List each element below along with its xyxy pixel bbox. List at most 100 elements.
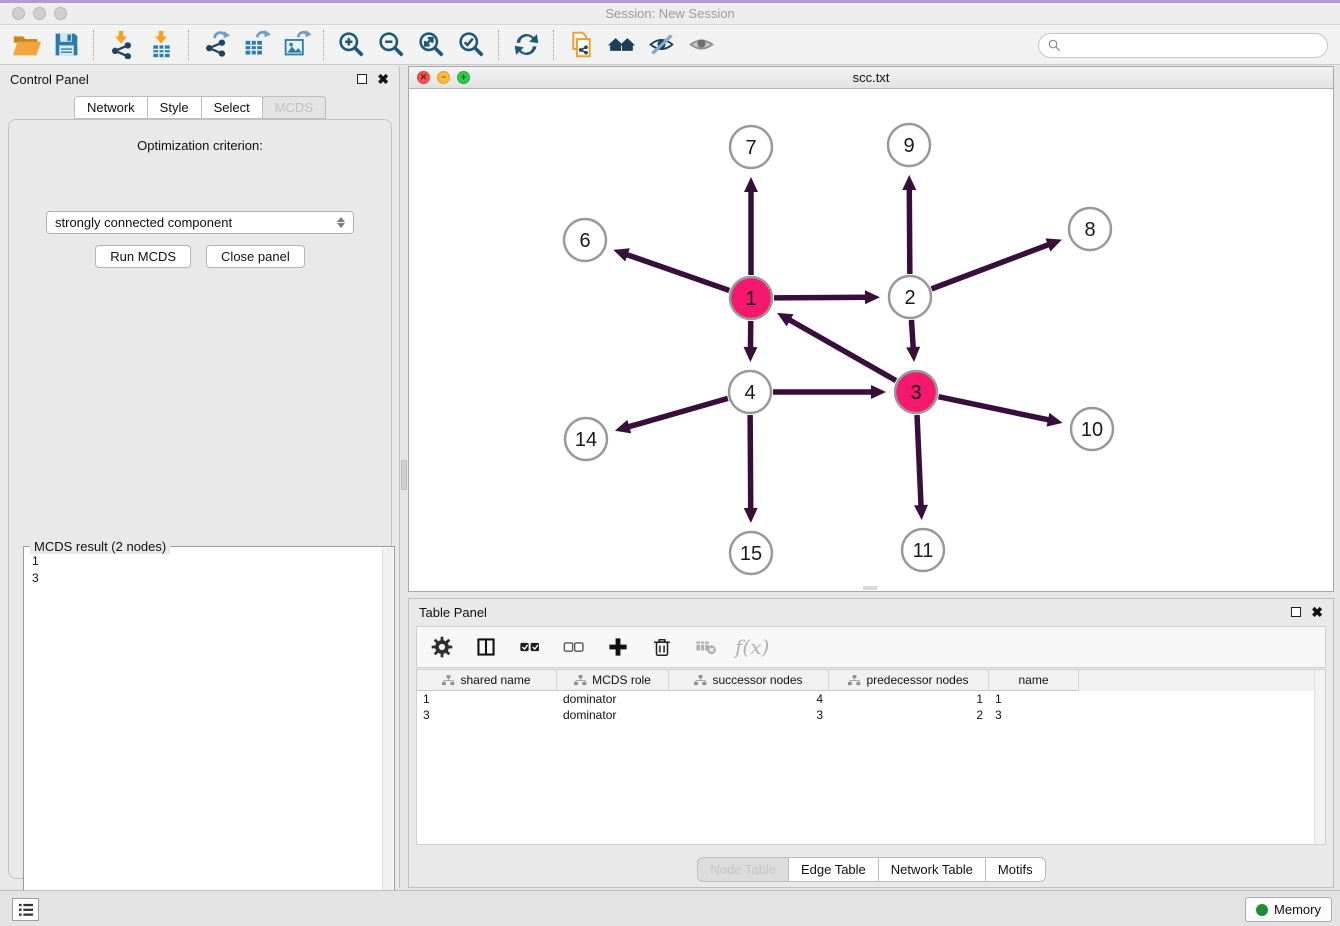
export-table-button[interactable] <box>236 28 276 62</box>
graph-edge-arrowhead <box>871 385 886 399</box>
graph-node-7[interactable]: 7 <box>730 126 772 168</box>
tab-network[interactable]: Network <box>74 96 148 119</box>
column-label: shared name <box>460 673 530 687</box>
table-row[interactable]: 1dominator411 <box>417 691 1325 707</box>
graph-node-11[interactable]: 11 <box>902 529 944 571</box>
table-panel-title: Table Panel <box>419 605 487 620</box>
export-network-button[interactable] <box>196 28 236 62</box>
clone-network-button[interactable] <box>561 28 601 62</box>
add-column-button[interactable] <box>603 632 633 662</box>
column-header-name[interactable]: name <box>989 670 1079 691</box>
refresh-button[interactable] <box>506 28 546 62</box>
float-panel-icon[interactable] <box>357 74 367 84</box>
tab-style[interactable]: Style <box>147 96 202 119</box>
network-maximize-button[interactable]: + <box>457 71 470 84</box>
close-table-panel-icon[interactable]: ✖ <box>1311 607 1323 617</box>
mac-zoom-button[interactable] <box>54 7 67 20</box>
run-mcds-button[interactable]: Run MCDS <box>95 245 191 268</box>
function-builder-button[interactable]: f(x) <box>735 635 769 659</box>
column-header-shared-name[interactable]: shared name <box>417 670 557 691</box>
network-canvas-svg[interactable]: 1 2 3 4 6 7 8 9 10 11 14 15 <box>409 89 1333 591</box>
tab-node-table[interactable]: Node Table <box>697 857 789 882</box>
graph-node-1[interactable]: 1 <box>730 277 772 319</box>
toolbar-separator <box>323 30 324 60</box>
export-image-button[interactable] <box>276 28 316 62</box>
graph-node-2[interactable]: 2 <box>889 276 931 318</box>
graph-edge-2-9[interactable] <box>909 187 910 274</box>
delete-column-button[interactable] <box>647 632 677 662</box>
svg-text:10: 10 <box>1081 419 1103 441</box>
optimization-criterion-dropdown[interactable]: strongly connected component <box>46 211 354 234</box>
open-session-button[interactable] <box>6 28 46 62</box>
network-close-button[interactable]: ✕ <box>417 71 430 84</box>
panel-splitter[interactable] <box>400 66 408 888</box>
show-columns-button[interactable] <box>471 632 501 662</box>
import-network-button[interactable] <box>101 28 141 62</box>
splitter-handle[interactable] <box>401 460 407 490</box>
graph-edge-2-3[interactable] <box>911 320 913 350</box>
graph-node-14[interactable]: 14 <box>565 418 607 460</box>
tab-mcds[interactable]: MCDS <box>262 96 326 119</box>
mac-minimize-button[interactable] <box>33 7 46 20</box>
select-all-button[interactable] <box>515 632 545 662</box>
graph-edge-2-8[interactable] <box>932 244 1051 289</box>
tab-network-table[interactable]: Network Table <box>878 857 986 882</box>
result-scrollbar[interactable] <box>382 548 393 926</box>
table-settings-button[interactable] <box>427 632 457 662</box>
graph-node-4[interactable]: 4 <box>729 371 771 413</box>
network-canvas[interactable]: 1 2 3 4 6 7 8 9 10 11 14 15 <box>409 89 1333 591</box>
unselect-all-button[interactable] <box>559 632 589 662</box>
column-header-predecessor-nodes[interactable]: predecessor nodes <box>829 670 989 691</box>
table-row[interactable]: 3dominator323 <box>417 707 1325 723</box>
hide-eye-button[interactable] <box>641 28 681 62</box>
close-panel-button[interactable]: Close panel <box>206 245 305 268</box>
import-table-button[interactable] <box>141 28 181 62</box>
graph-node-6[interactable]: 6 <box>564 219 606 261</box>
zoom-out-button[interactable] <box>371 28 411 62</box>
table-scrollbar[interactable] <box>1314 670 1325 845</box>
search-field[interactable] <box>1038 33 1328 58</box>
graph-edge-1-2[interactable] <box>774 297 868 298</box>
graph-node-9[interactable]: 9 <box>888 124 930 166</box>
graph-edge-4-14[interactable] <box>626 398 728 427</box>
zoom-selected-button[interactable] <box>451 28 491 62</box>
network-minimize-button[interactable]: − <box>437 71 450 84</box>
network-window-titlebar[interactable]: ✕ − + scc.txt <box>409 67 1333 89</box>
close-panel-icon[interactable]: ✖ <box>377 74 389 84</box>
unchecked-boxes-icon <box>563 636 585 658</box>
zoom-in-button[interactable] <box>331 28 371 62</box>
tab-select[interactable]: Select <box>201 96 263 119</box>
column-header-MCDS-role[interactable]: MCDS role <box>557 670 669 691</box>
graph-edge-3-10[interactable] <box>939 397 1051 421</box>
float-table-panel-icon[interactable] <box>1291 607 1301 617</box>
tab-motifs[interactable]: Motifs <box>985 857 1046 882</box>
graph-node-3[interactable]: 3 <box>895 371 937 413</box>
show-eye-button[interactable] <box>681 28 721 62</box>
table-panel-tabs: Node TableEdge TableNetwork TableMotifs <box>409 857 1333 882</box>
svg-text:2: 2 <box>904 287 915 309</box>
graph-edge-3-11[interactable] <box>917 415 921 508</box>
canvas-resize-handle[interactable] <box>863 586 877 590</box>
delete-table-button[interactable] <box>691 632 721 662</box>
save-session-button[interactable] <box>46 28 86 62</box>
graph-node-10[interactable]: 10 <box>1071 408 1113 450</box>
tab-edge-table[interactable]: Edge Table <box>788 857 879 882</box>
column-header-successor-nodes[interactable]: successor nodes <box>669 670 829 691</box>
tree-icon <box>574 675 587 686</box>
graph-node-8[interactable]: 8 <box>1069 208 1111 250</box>
task-history-button[interactable] <box>12 898 39 921</box>
graph-edge-3-1[interactable] <box>787 319 896 381</box>
zoom-fit-button[interactable] <box>411 28 451 62</box>
graph-edge-4-15[interactable] <box>750 415 751 511</box>
memory-button[interactable]: Memory <box>1245 897 1332 922</box>
mcds-tab-content: Optimization criterion: strongly connect… <box>8 119 392 879</box>
mcds-result-title: MCDS result (2 nodes) <box>30 539 170 554</box>
toolbar-separator <box>553 30 554 60</box>
mac-close-button[interactable] <box>12 7 25 20</box>
home-button[interactable] <box>601 28 641 62</box>
graph-edge-1-6[interactable] <box>625 254 730 291</box>
node-table: shared name MCDS rolesuccessor nodesprede… <box>416 669 1326 845</box>
graph-node-15[interactable]: 15 <box>730 532 772 574</box>
search-input[interactable] <box>1067 39 1319 53</box>
toolbar-separator <box>93 30 94 60</box>
